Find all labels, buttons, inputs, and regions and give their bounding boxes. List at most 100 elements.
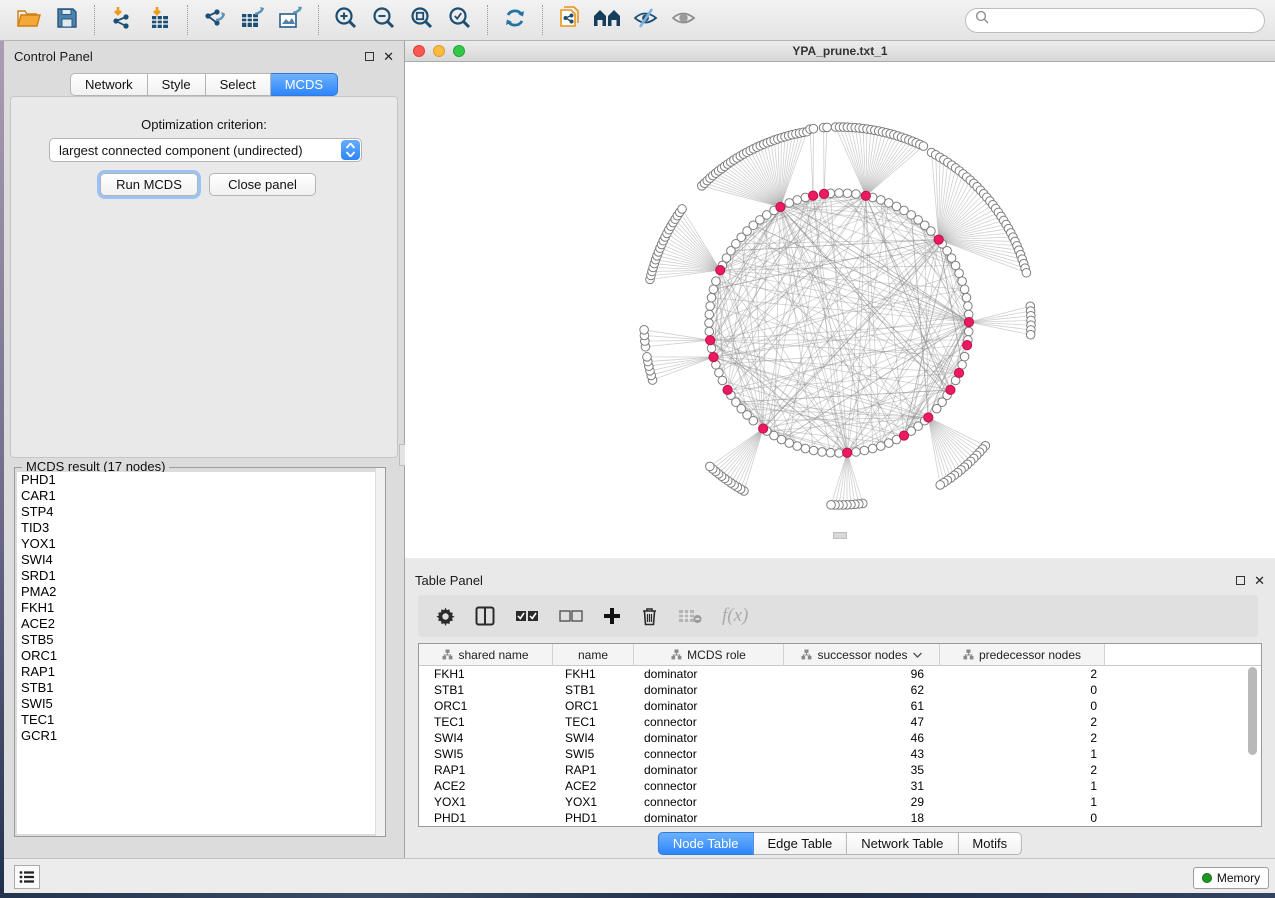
tab-network-table[interactable]: Network Table [847, 832, 958, 855]
table-row[interactable]: RAP1RAP1dominator352 [419, 762, 1261, 778]
network-node[interactable] [932, 404, 941, 413]
tab-mcds[interactable]: MCDS [271, 73, 338, 96]
clone-network-button[interactable] [553, 4, 587, 36]
deselect-all-icon[interactable] [559, 610, 583, 623]
network-hub-node[interactable] [776, 202, 785, 211]
tab-edge-table[interactable]: Edge Table [753, 832, 847, 855]
network-node[interactable] [705, 310, 714, 319]
table-row[interactable]: TEC1TEC1connector472 [419, 714, 1261, 730]
network-leaf-node[interactable] [678, 205, 687, 214]
run-mcds-button[interactable]: Run MCDS [100, 173, 198, 196]
mcds-result-item[interactable]: FKH1 [17, 600, 383, 616]
mcds-result-item[interactable]: TEC1 [17, 712, 383, 728]
save-session-button[interactable] [50, 4, 84, 36]
network-leaf-node[interactable] [1022, 268, 1031, 277]
network-hub-node[interactable] [709, 352, 718, 361]
mcds-result-item[interactable]: SRD1 [17, 568, 383, 584]
mcds-result-item[interactable]: GCR1 [17, 728, 383, 744]
network-node[interactable] [958, 277, 967, 286]
optimization-criterion-select[interactable]: largest connected component (undirected) [49, 138, 362, 162]
network-hub-node[interactable] [924, 413, 933, 422]
network-hub-node[interactable] [723, 385, 732, 394]
network-hub-node[interactable] [808, 191, 817, 200]
tab-network[interactable]: Network [70, 73, 148, 96]
zoom-out-button[interactable] [367, 4, 401, 36]
zoom-selected-button[interactable] [443, 4, 477, 36]
network-hub-node[interactable] [861, 191, 870, 200]
network-node[interactable] [793, 196, 802, 205]
network-node[interactable] [960, 285, 969, 294]
find-neighbors-button[interactable] [591, 4, 625, 36]
network-leaf-node[interactable] [827, 501, 836, 510]
show-all-button[interactable] [667, 4, 701, 36]
mcds-result-item[interactable]: ORC1 [17, 648, 383, 664]
network-leaf-node[interactable] [643, 353, 652, 362]
network-node[interactable] [785, 199, 794, 208]
table-row[interactable]: PHD1PHD1dominator180 [419, 810, 1261, 826]
search-input[interactable] [990, 13, 1255, 27]
network-leaf-node[interactable] [919, 142, 928, 151]
network-node[interactable] [884, 439, 893, 448]
network-hub-node[interactable] [843, 448, 852, 457]
network-hub-node[interactable] [964, 317, 973, 326]
network-node[interactable] [793, 442, 802, 451]
network-hub-node[interactable] [934, 235, 943, 244]
float-table-panel-button[interactable] [1236, 576, 1245, 585]
table-scrollbar-thumb[interactable] [1248, 667, 1257, 755]
column-header-predecessor-nodes[interactable]: predecessor nodes [940, 644, 1105, 665]
network-node[interactable] [964, 302, 973, 311]
canvas-resize-handle[interactable] [833, 532, 847, 539]
network-leaf-node[interactable] [706, 462, 715, 471]
network-node[interactable] [962, 293, 971, 302]
close-table-panel-button[interactable]: ✕ [1254, 576, 1265, 585]
mcds-result-item[interactable]: STB5 [17, 632, 383, 648]
export-table-button[interactable] [236, 4, 270, 36]
column-header-shared-name[interactable]: shared name [419, 644, 553, 665]
mcds-result-item[interactable]: ACE2 [17, 616, 383, 632]
export-network-button[interactable] [198, 4, 232, 36]
network-hub-node[interactable] [899, 431, 908, 440]
network-node[interactable] [927, 227, 936, 236]
network-node[interactable] [712, 277, 721, 286]
network-leaf-node[interactable] [640, 326, 649, 335]
table-scrollbar[interactable] [1247, 666, 1258, 823]
gear-icon[interactable] [436, 607, 455, 626]
mcds-result-item[interactable]: PHD1 [17, 472, 383, 488]
network-node[interactable] [876, 442, 885, 451]
network-hub-node[interactable] [963, 341, 972, 350]
mcds-result-item[interactable]: YOX1 [17, 536, 383, 552]
network-node[interactable] [705, 319, 714, 328]
network-hub-node[interactable] [759, 424, 768, 433]
table-row[interactable]: ACE2ACE2connector311 [419, 778, 1261, 794]
import-table-button[interactable] [143, 4, 177, 36]
network-node[interactable] [707, 344, 716, 353]
mcds-result-item[interactable]: RAP1 [17, 664, 383, 680]
network-node[interactable] [705, 327, 714, 336]
table-row[interactable]: YOX1YOX1connector291 [419, 794, 1261, 810]
network-node[interactable] [706, 302, 715, 311]
network-node[interactable] [835, 449, 844, 458]
columns-icon[interactable] [475, 606, 495, 626]
add-row-icon[interactable] [603, 607, 621, 625]
import-network-button[interactable] [105, 4, 139, 36]
network-node[interactable] [955, 269, 964, 278]
mcds-result-item[interactable]: PMA2 [17, 584, 383, 600]
network-node[interactable] [843, 189, 852, 198]
table-row[interactable]: SWI5SWI5connector431 [419, 746, 1261, 762]
network-node[interactable] [876, 196, 885, 205]
mcds-list-scrollbar[interactable] [375, 468, 385, 836]
mcds-result-item[interactable]: TID3 [17, 520, 383, 536]
horizontal-splitter[interactable] [405, 558, 1275, 565]
delete-column-icon[interactable] [678, 608, 702, 624]
network-node[interactable] [835, 189, 844, 198]
close-panel-icon-button[interactable]: ✕ [383, 52, 394, 61]
network-leaf-node[interactable] [823, 123, 832, 132]
export-image-button[interactable] [274, 4, 308, 36]
network-node[interactable] [707, 293, 716, 302]
mcds-result-item[interactable]: SWI4 [17, 552, 383, 568]
mcds-result-item[interactable]: CAR1 [17, 488, 383, 504]
table-row[interactable]: ORC1ORC1dominator610 [419, 698, 1261, 714]
column-header-name[interactable]: name [553, 644, 634, 665]
network-hub-node[interactable] [954, 368, 963, 377]
network-node[interactable] [826, 448, 835, 457]
